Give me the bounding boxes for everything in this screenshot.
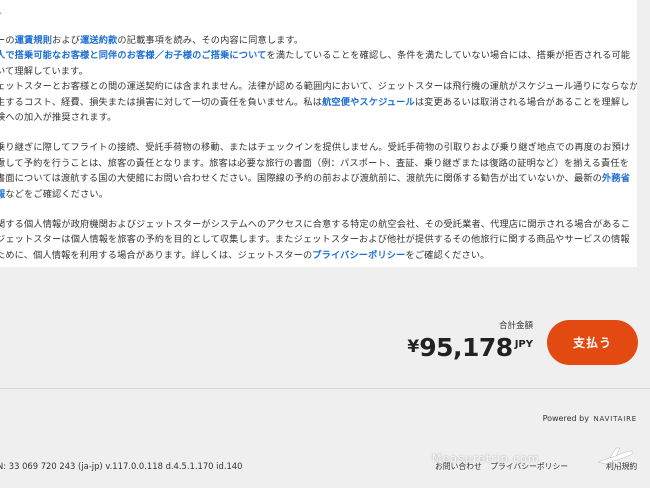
terms-text-segment: 乗り継ぎに際してフライトの接続、受託手荷物の移動、またはチェックインを提供しませ…: [0, 142, 631, 154]
terms-line: 書面については渡航する国の大使館にお問い合わせください。国際線の予約の前および渡…: [0, 171, 637, 186]
terms-link[interactable]: 外務省: [602, 173, 630, 184]
terms-top-fragment: る。: [0, 4, 7, 19]
terms-link[interactable]: 運送約款: [80, 35, 117, 46]
terms-line: いて理解しています。: [0, 64, 637, 79]
currency-code: JPY: [514, 339, 533, 350]
terms-text-segment: 慮して予約を行うことは、旅客の責任となります。旅客は必要な旅行の書面（例：パスポ…: [0, 157, 630, 169]
navitaire-logo: NAVITAIRE: [593, 415, 637, 423]
terms-text-segment: ために、個人情報を利用する場合があります。詳しくは、ジェットスターの: [0, 249, 313, 261]
terms-line: 報などをご確認ください。: [0, 187, 637, 202]
terms-text-segment: をご確認ください。: [405, 249, 490, 261]
terms-text-segment: 生するコスト、経費、損失または損害に対して一切の責任を負いません。私は: [0, 96, 323, 108]
terms-link[interactable]: 航空便やスケジュール: [322, 97, 415, 108]
total-block: 合計金額 ¥95,178 JPY: [407, 319, 533, 362]
terms-text-segment: の記載事項を読み、その内容に同意します。: [117, 35, 304, 46]
terms-text-segment: ジェットスターは個人情報を旅客の予約を目的として収集します。またジェットスターお…: [0, 234, 630, 246]
terms-card: る。 ーの運賃規則および運送約款の記載事項を読み、その内容に同意します。人で搭乗…: [0, 0, 637, 267]
terms-line: 険への加入が推奨されます。: [0, 110, 637, 125]
terms-link[interactable]: 人で搭乗可能なお客様と同伴のお客様／お子様のご搭乗について: [0, 50, 267, 61]
terms-text: る。 ーの運賃規則および運送約款の記載事項を読み、その内容に同意します。人で搭乗…: [0, 0, 637, 263]
terms-text-segment: 書面については渡航する国の大使館にお問い合わせください。国際線の予約の前および渡…: [0, 173, 603, 185]
total-amount: ¥95,178 JPY: [407, 333, 533, 362]
terms-link[interactable]: 運賃規則: [15, 35, 52, 46]
terms-text-segment: ーの: [0, 35, 15, 46]
terms-text-segment: いて理解しています。: [0, 65, 88, 77]
terms-text-segment: および: [52, 35, 81, 46]
plane-watermark-icon: [597, 447, 634, 467]
footer-divider: [0, 388, 650, 389]
terms-link[interactable]: プライバシーポリシー: [312, 250, 405, 261]
terms-text-segment: は変更あるいは取消される場合があることを理解し: [414, 96, 630, 108]
terms-line: 乗り継ぎに際してフライトの接続、受託手荷物の移動、またはチェックインを提供しませ…: [0, 140, 637, 155]
terms-text-segment: 険への加入が推奨されます。: [0, 112, 117, 124]
pay-button[interactable]: 支払う: [547, 320, 638, 365]
powered-by-label: Powered by: [542, 414, 589, 423]
terms-text-segment: などをご確認ください。: [5, 188, 109, 200]
terms-line: ために、個人情報を利用する場合があります。詳しくは、ジェットスターのプライバシー…: [0, 248, 637, 263]
terms-paragraph-3: 関する個人情報が政府機関およびジェットスターがシステムへのアクセスに合意する特定…: [0, 217, 637, 263]
terms-paragraph-1: ーの運賃規則および運送約款の記載事項を読み、その内容に同意します。 人で搭乗可能な…: [0, 33, 637, 125]
terms-line: 関する個人情報が政府機関およびジェットスターがシステムへのアクセスに合意する特定…: [0, 217, 637, 232]
currency-symbol: ¥: [407, 337, 420, 357]
total-label: 合計金額: [498, 321, 533, 331]
terms-line: 生するコスト、経費、損失または損害に対して一切の責任を負いません。私は航空便やス…: [0, 95, 637, 110]
terms-text-segment: 関する個人情報が政府機関およびジェットスターがシステムへのアクセスに合意する特定…: [0, 219, 631, 231]
total-value: 95,178: [419, 333, 513, 362]
terms-paragraph-2: 乗り継ぎに際してフライトの接続、受託手荷物の移動、またはチェックインを提供しませ…: [0, 140, 637, 202]
terms-line: 人で搭乗可能なお客様と同伴のお客様／お子様のご搭乗についてを満たしていることを確…: [0, 48, 637, 63]
terms-line: ーの運賃規則および運送約款の記載事項を読み、その内容に同意します。: [0, 33, 637, 48]
watermark: Measuretrip.com: [432, 452, 540, 465]
terms-text-segment: ェットスターとお客様との間の運送契約には含まれません。法律が認める範囲内において…: [0, 81, 637, 93]
terms-line: ジェットスターは個人情報を旅客の予約を目的として収集します。またジェットスターお…: [0, 232, 637, 247]
terms-line: 慮して予約を行うことは、旅客の責任となります。旅客は必要な旅行の書面（例：パスポ…: [0, 156, 637, 171]
powered-by: Powered by NAVITAIRE: [543, 414, 637, 423]
terms-line: ェットスターとお客様との間の運送契約には含まれません。法律が認める範囲内において…: [0, 79, 637, 94]
build-info: N: 33 069 720 243 (ja-jp) v.117.0.0.118 …: [0, 461, 243, 471]
terms-text-segment: を満たしていることを確認し、条件を満たしていない場合には、搭乗が拒否される可能: [266, 50, 631, 62]
